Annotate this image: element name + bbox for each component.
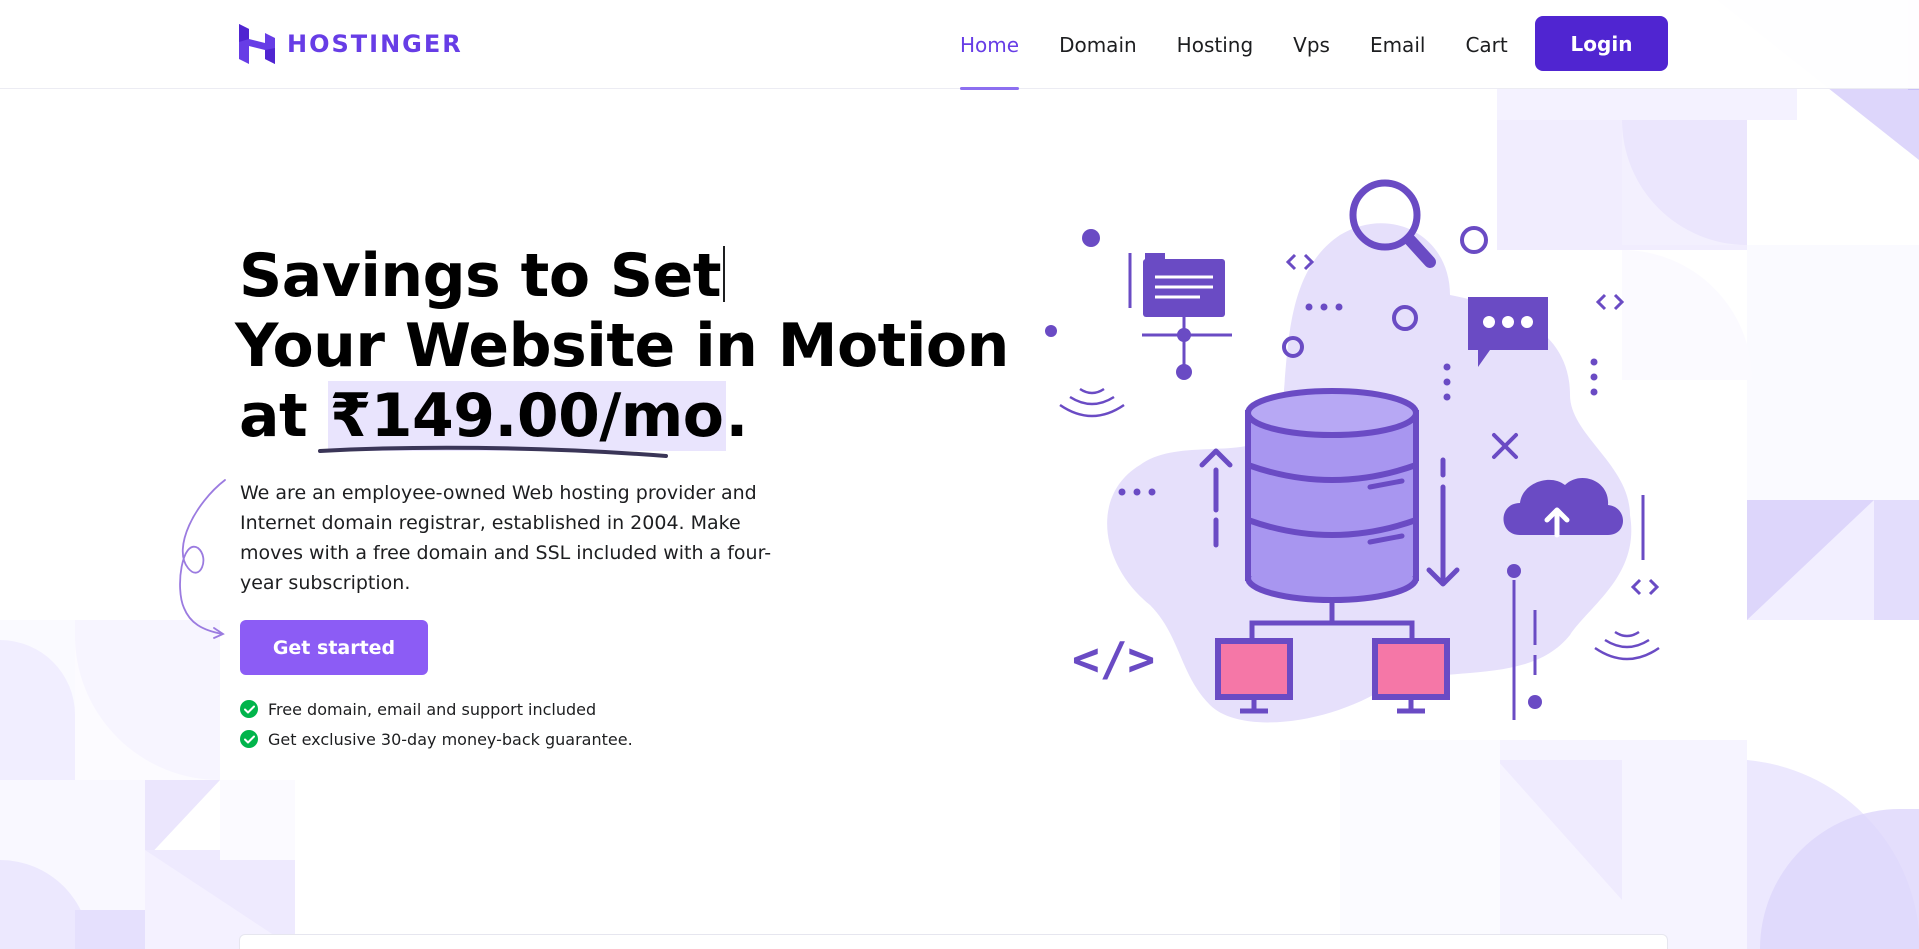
feature-text: Free domain, email and support included <box>268 699 597 719</box>
nav-domain[interactable]: Domain <box>1039 0 1157 89</box>
logo[interactable]: HOSTINGER <box>239 24 463 64</box>
feature-list: Free domain, email and support included … <box>240 694 633 754</box>
monitor-icon <box>1372 638 1450 714</box>
check-icon <box>240 730 258 748</box>
check-icon <box>240 700 258 718</box>
folder-icon <box>1128 253 1232 380</box>
hero-title-line-1: Savings to Set <box>239 241 979 311</box>
site-header: HOSTINGER Home Domain Hosting Vps Email … <box>0 0 1919 90</box>
nav-hosting[interactable]: Hosting <box>1157 0 1273 89</box>
hero-title-line-3: at ₹149.00/mo. <box>239 381 979 451</box>
database-icon <box>1245 388 1419 603</box>
feature-item: Get exclusive 30-day money-back guarante… <box>240 724 633 754</box>
hero-description: We are an employee-owned Web hosting pro… <box>240 482 772 594</box>
main-nav: Home Domain Hosting Vps Email Cart <box>940 0 1528 90</box>
nav-vps[interactable]: Vps <box>1273 0 1350 89</box>
hero-title-line-3-suffix: . <box>725 381 749 451</box>
bottom-card <box>239 934 1668 949</box>
get-started-button[interactable]: Get started <box>240 620 428 675</box>
price-underline-squiggle <box>318 445 668 458</box>
hero-title: Savings to Set Your Website in Motion at… <box>235 241 1009 451</box>
nav-home[interactable]: Home <box>940 0 1039 90</box>
hero-title-line-2: Your Website in Motion <box>235 311 1009 381</box>
text-caret <box>723 246 726 302</box>
hero-price: ₹149.00/mo <box>327 381 726 451</box>
curved-arrow-doodle <box>179 479 226 639</box>
hosting-illustration: </> <box>1045 179 1660 723</box>
nav-email[interactable]: Email <box>1350 0 1446 89</box>
code-icon: </> <box>1072 632 1155 686</box>
hero-title-line-1-text: Savings to Set <box>239 241 722 311</box>
login-button[interactable]: Login <box>1535 16 1668 71</box>
feature-item: Free domain, email and support included <box>240 694 633 724</box>
hostinger-logo-icon <box>239 24 275 64</box>
nav-cart[interactable]: Cart <box>1445 0 1527 89</box>
hero-title-line-3-prefix: at <box>239 381 328 451</box>
feature-text: Get exclusive 30-day money-back guarante… <box>268 729 633 749</box>
logo-text: HOSTINGER <box>287 30 463 58</box>
